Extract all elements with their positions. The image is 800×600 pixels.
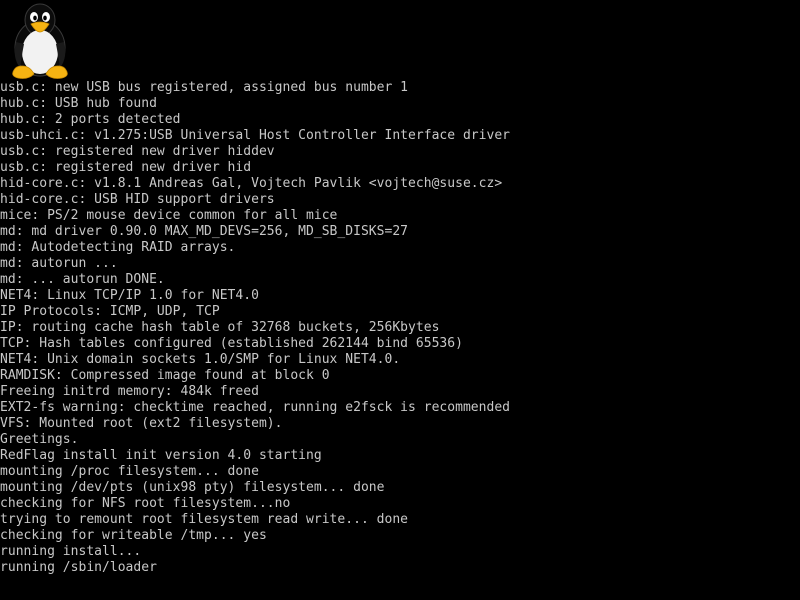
console-line: usb.c: new USB bus registered, assigned … <box>0 80 409 95</box>
console-line: mice: PS/2 mouse device common for all m… <box>0 208 338 223</box>
console-line: EXT2-fs warning: checktime reached, runn… <box>0 400 511 415</box>
boot-console-screen: usb.c: new USB bus registered, assigned … <box>0 0 800 600</box>
console-line: hid-core.c: USB HID support drivers <box>0 192 275 207</box>
console-line: mounting /dev/pts (unix98 pty) filesyste… <box>0 480 385 495</box>
console-line: running install... <box>0 544 142 559</box>
console-line: Greetings. <box>0 432 79 447</box>
console-line: usb.c: registered new driver hid <box>0 160 252 175</box>
console-line: md: autorun ... <box>0 256 118 271</box>
console-line: RAMDISK: Compressed image found at block… <box>0 368 330 383</box>
console-line: VFS: Mounted root (ext2 filesystem). <box>0 416 283 431</box>
tux-icon <box>12 3 68 79</box>
console-output: usb.c: new USB bus registered, assigned … <box>0 80 800 576</box>
tux-penguin-logo <box>4 2 76 80</box>
console-line: checking for NFS root filesystem...no <box>0 496 291 511</box>
console-line: Freeing initrd memory: 484k freed <box>0 384 259 399</box>
console-line: trying to remount root filesystem read w… <box>0 512 409 527</box>
console-line: hid-core.c: v1.8.1 Andreas Gal, Vojtech … <box>0 176 503 191</box>
console-line: usb-uhci.c: v1.275:USB Universal Host Co… <box>0 128 511 143</box>
console-line: RedFlag install init version 4.0 startin… <box>0 448 322 463</box>
console-line: hub.c: USB hub found <box>0 96 157 111</box>
console-line: hub.c: 2 ports detected <box>0 112 181 127</box>
console-line: IP: routing cache hash table of 32768 bu… <box>0 320 440 335</box>
console-line: usb.c: registered new driver hiddev <box>0 144 275 159</box>
console-line: md: md driver 0.90.0 MAX_MD_DEVS=256, MD… <box>0 224 409 239</box>
console-line: TCP: Hash tables configured (established… <box>0 336 463 351</box>
console-line: md: Autodetecting RAID arrays. <box>0 240 236 255</box>
console-line: md: ... autorun DONE. <box>0 272 165 287</box>
console-line: mounting /proc filesystem... done <box>0 464 259 479</box>
console-line: NET4: Linux TCP/IP 1.0 for NET4.0 <box>0 288 259 303</box>
console-line: running /sbin/loader <box>0 560 157 575</box>
console-line: NET4: Unix domain sockets 1.0/SMP for Li… <box>0 352 401 367</box>
console-line: IP Protocols: ICMP, UDP, TCP <box>0 304 220 319</box>
console-line: checking for writeable /tmp... yes <box>0 528 267 543</box>
